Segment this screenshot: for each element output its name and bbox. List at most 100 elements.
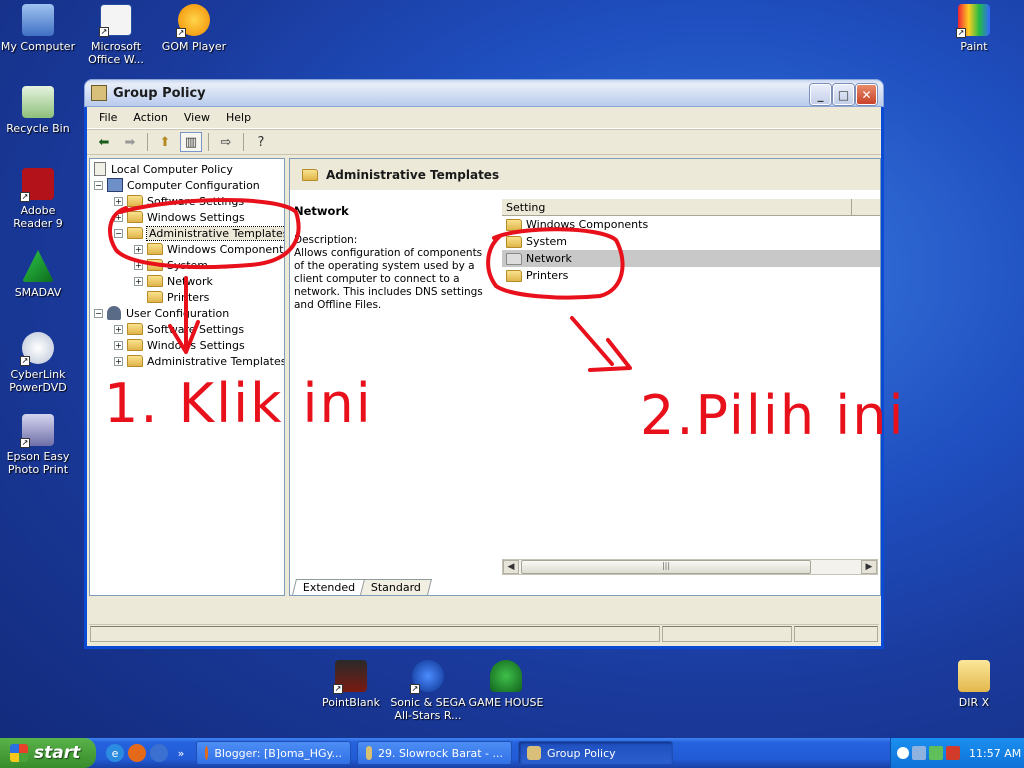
desktop-icon-label: Microsoft Office W... [88, 40, 144, 66]
back-arrow-icon[interactable]: ⬅ [93, 132, 115, 152]
tray-expand-icon[interactable] [897, 747, 909, 759]
gamehouse-icon [490, 660, 522, 692]
desktop-icon-paint[interactable]: ↗ Paint [936, 4, 1012, 53]
list-item-windows-components[interactable]: Windows Components [502, 216, 880, 233]
collapse-icon[interactable]: − [114, 228, 123, 238]
expand-icon[interactable]: + [114, 212, 123, 222]
desktop-icon-pointblank[interactable]: ↗ PointBlank [313, 660, 389, 709]
scroll-left-icon[interactable]: ◀ [503, 560, 519, 574]
sonic-icon: ↗ [410, 660, 444, 694]
expand-icon[interactable]: + [134, 244, 143, 254]
network-disconnected-icon[interactable] [912, 746, 926, 760]
outlook-icon[interactable] [150, 744, 168, 762]
scroll-thumb[interactable]: ||| [521, 560, 811, 574]
desktop-icon-gom-player[interactable]: ↗ GOM Player [156, 4, 232, 53]
detail-pane: Administrative Templates Network Descrip… [289, 158, 881, 596]
tree-item-windows-components[interactable]: + Windows Components [134, 241, 284, 257]
window-titlebar[interactable]: Group Policy _ □ ✕ [84, 79, 884, 107]
column-header-setting[interactable]: Setting [502, 199, 852, 215]
open-folder-icon [127, 227, 143, 239]
desktop-icon-gamehouse[interactable]: GAME HOUSE [468, 660, 544, 709]
list-item-printers[interactable]: Printers [502, 267, 880, 284]
desktop-icon-label: Adobe Reader 9 [13, 204, 63, 230]
list-item-network[interactable]: Network [502, 250, 880, 267]
task-button-slowrock[interactable]: 29. Slowrock Barat - ... [357, 741, 512, 765]
network-icon[interactable] [929, 746, 943, 760]
forward-arrow-icon[interactable]: ➡ [119, 132, 141, 152]
desktop-icon-smadav[interactable]: SMADAV [0, 250, 76, 299]
show-hide-tree-icon[interactable]: ▥ [180, 132, 202, 152]
tree-item-printers[interactable]: Printers [147, 289, 209, 305]
tree-item-user-windows-settings[interactable]: + Windows Settings [114, 337, 245, 353]
menu-file[interactable]: File [91, 109, 125, 126]
minimize-button[interactable]: _ [810, 84, 831, 105]
export-list-icon[interactable]: ⇨ [215, 132, 237, 152]
expand-icon[interactable]: + [114, 340, 123, 350]
scroll-right-icon[interactable]: ▶ [861, 560, 877, 574]
menu-action[interactable]: Action [125, 109, 175, 126]
annotation-step-1: 1. Klik ini [104, 372, 373, 435]
menu-view[interactable]: View [176, 109, 218, 126]
desktop-icon-label: My Computer [0, 40, 76, 53]
tree-item-system[interactable]: + System [134, 257, 208, 273]
desktop-icon-sonic[interactable]: ↗ Sonic & SEGA All-Stars R... [390, 660, 466, 722]
folder-icon [127, 211, 143, 223]
powerdvd-icon: ↗ [20, 332, 54, 366]
tree-item-user-configuration[interactable]: − User Configuration [94, 305, 229, 321]
window-title: Group Policy [113, 85, 206, 101]
desktop-icon-epson[interactable]: ↗ Epson Easy Photo Print [0, 414, 76, 476]
desktop-icon-word[interactable]: ↗ Microsoft Office W... [78, 4, 154, 66]
collapse-icon[interactable]: − [94, 308, 103, 318]
horizontal-scrollbar[interactable]: ◀ ||| ▶ [502, 559, 878, 575]
expand-icon[interactable]: + [114, 324, 123, 334]
task-label: Blogger: [B]oma_HGy... [214, 746, 342, 760]
menu-help[interactable]: Help [218, 109, 259, 126]
tab-standard[interactable]: Standard [360, 579, 433, 595]
tree-label: Network [167, 274, 213, 288]
tree-item-windows-settings[interactable]: + Windows Settings [114, 209, 245, 225]
up-folder-icon[interactable]: ⬆ [154, 132, 176, 152]
close-button[interactable]: ✕ [856, 84, 877, 105]
list-item-system[interactable]: System [502, 233, 880, 250]
tree-item-user-software-settings[interactable]: + Software Settings [114, 321, 244, 337]
expand-icon[interactable]: + [114, 196, 123, 206]
maximize-button[interactable]: □ [833, 84, 854, 105]
more-chevron-icon[interactable]: » [172, 744, 190, 762]
desktop-icon-powerdvd[interactable]: ↗ CyberLink PowerDVD [0, 332, 76, 394]
gom-player-icon: ↗ [176, 4, 210, 38]
clock: 11:57 AM [969, 746, 1022, 760]
start-button[interactable]: start [0, 738, 96, 768]
task-button-group-policy[interactable]: Group Policy [518, 741, 673, 765]
list-item-label: System [526, 235, 568, 248]
desktop-icon-dir-x[interactable]: DIR X [936, 660, 1012, 709]
tab-extended[interactable]: Extended [292, 579, 367, 595]
menu-bar: File Action View Help [87, 107, 881, 129]
expand-icon[interactable]: + [114, 356, 123, 366]
desktop-icon-my-computer[interactable]: My Computer [0, 4, 76, 53]
ie-icon[interactable]: e [106, 744, 124, 762]
taskbar: start e » Blogger: [B]oma_HGy... 29. Slo… [0, 738, 1024, 768]
desktop-icon-label: DIR X [958, 696, 990, 709]
folder-icon [506, 235, 522, 248]
expand-icon[interactable]: + [134, 260, 143, 270]
folder-icon [147, 259, 163, 271]
desktop-icon-recycle-bin[interactable]: Recycle Bin [0, 86, 76, 135]
desktop-icon-adobe-reader[interactable]: ↗ Adobe Reader 9 [0, 168, 76, 230]
tree-item-user-administrative-templates[interactable]: + Administrative Templates [114, 353, 284, 369]
shield-icon[interactable] [946, 746, 960, 760]
tree-item-administrative-templates[interactable]: − Administrative Templates [114, 225, 284, 241]
desktop-icon-label: Recycle Bin [6, 122, 70, 135]
quick-launch: e » [106, 744, 190, 762]
group-policy-icon [91, 85, 107, 101]
tree-item-software-settings[interactable]: + Software Settings [114, 193, 244, 209]
tree-item-local-computer-policy[interactable]: Local Computer Policy [94, 161, 233, 177]
firefox-icon[interactable] [128, 744, 146, 762]
help-icon[interactable]: ? [250, 132, 272, 152]
collapse-icon[interactable]: − [94, 180, 103, 190]
task-button-blogger[interactable]: Blogger: [B]oma_HGy... [196, 741, 351, 765]
expand-icon[interactable]: + [134, 276, 143, 286]
task-label: 29. Slowrock Barat - ... [378, 746, 503, 760]
tree-item-computer-configuration[interactable]: − Computer Configuration [94, 177, 260, 193]
status-cell [794, 626, 878, 642]
tree-item-network[interactable]: + Network [134, 273, 213, 289]
